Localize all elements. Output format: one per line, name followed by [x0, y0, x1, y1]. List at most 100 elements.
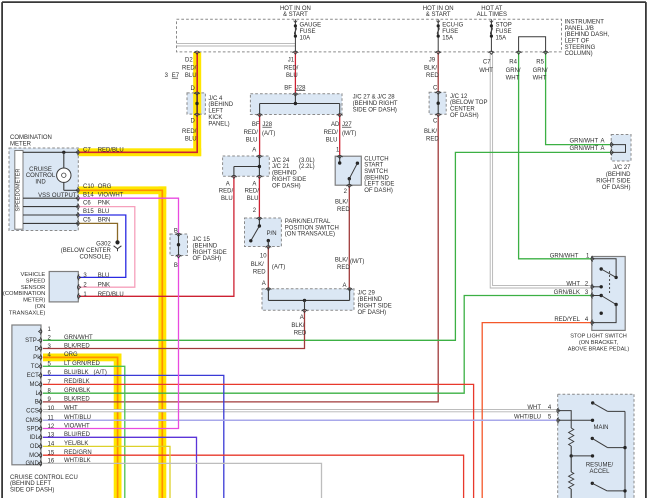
- svg-text:(A/T): (A/T): [262, 131, 275, 137]
- svg-text:RED/: RED/: [182, 129, 197, 135]
- svg-text:BLK/: BLK/: [291, 323, 304, 329]
- svg-text:LEFT SIDE: LEFT SIDE: [364, 182, 394, 188]
- svg-text:TC: TC: [31, 364, 40, 370]
- svg-text:D: D: [34, 346, 39, 352]
- svg-text:(M/T): (M/T): [350, 259, 364, 265]
- svg-text:RED/BLK: RED/BLK: [64, 379, 90, 385]
- svg-text:PANEL): PANEL): [208, 121, 229, 127]
- svg-text:RED: RED: [426, 136, 439, 142]
- svg-text:BLK/: BLK/: [424, 65, 437, 71]
- svg-text:PNK: PNK: [98, 283, 110, 289]
- svg-text:OF DASH): OF DASH): [358, 310, 387, 316]
- svg-text:OF DASH): OF DASH): [364, 188, 393, 194]
- svg-text:G302: G302: [96, 241, 111, 247]
- svg-text:RED: RED: [294, 331, 307, 337]
- svg-text:LEFT OF: LEFT OF: [565, 38, 590, 44]
- svg-text:BLK/: BLK/: [424, 129, 437, 135]
- svg-text:& START: & START: [426, 12, 451, 18]
- svg-text:(ON: (ON: [35, 304, 46, 310]
- svg-text:WHT: WHT: [533, 75, 547, 81]
- svg-text:& START: & START: [283, 12, 308, 18]
- svg-text:BLU: BLU: [286, 73, 298, 79]
- svg-text:COMBINATION: COMBINATION: [10, 135, 52, 141]
- svg-text:A: A: [300, 315, 304, 321]
- svg-text:HOT IN ON: HOT IN ON: [423, 6, 454, 12]
- svg-text:BLU/RED: BLU/RED: [64, 432, 91, 438]
- svg-text:RED/YEL: RED/YEL: [554, 317, 580, 323]
- svg-text:CRUISE: CRUISE: [29, 167, 52, 173]
- svg-text:ORG: ORG: [64, 352, 78, 358]
- svg-text:A: A: [601, 146, 605, 152]
- svg-text:RED/: RED/: [182, 65, 197, 71]
- svg-text:B15: B15: [83, 209, 94, 215]
- svg-text:CONSOLE): CONSOLE): [79, 254, 110, 260]
- svg-text:B: B: [174, 263, 178, 269]
- svg-text:WHT/BLK: WHT/BLK: [64, 458, 91, 464]
- svg-text:J1: J1: [288, 58, 295, 64]
- svg-text:STEERING: STEERING: [565, 45, 596, 51]
- svg-text:IND: IND: [35, 180, 46, 186]
- svg-text:INSTRUMENT: INSTRUMENT: [565, 19, 605, 25]
- svg-text:WHT: WHT: [566, 281, 580, 287]
- svg-text:SPEEDOMETER: SPEEDOMETER: [16, 169, 22, 212]
- svg-text:BLU: BLU: [185, 73, 197, 79]
- svg-text:J/C 12: J/C 12: [450, 94, 468, 100]
- svg-text:RED/: RED/: [324, 130, 339, 136]
- svg-text:ORG: ORG: [98, 184, 112, 190]
- svg-text:(ON BRACKET,: (ON BRACKET,: [579, 340, 619, 346]
- svg-text:BLU: BLU: [246, 137, 258, 143]
- svg-text:START: START: [364, 163, 383, 169]
- svg-text:ECT: ECT: [27, 373, 39, 379]
- svg-text:(3.0L): (3.0L): [299, 158, 315, 164]
- svg-text:WHT: WHT: [506, 75, 520, 81]
- svg-text:BLU: BLU: [98, 273, 110, 279]
- svg-text:(BEHIND: (BEHIND: [193, 243, 218, 249]
- svg-text:MO: MO: [29, 453, 39, 459]
- svg-text:IDL: IDL: [29, 435, 39, 441]
- svg-text:J/C 29: J/C 29: [358, 291, 376, 297]
- svg-text:VIO/WHT: VIO/WHT: [98, 192, 124, 198]
- svg-text:RIGHT SIDE: RIGHT SIDE: [193, 250, 227, 256]
- svg-text:RED: RED: [426, 73, 439, 79]
- svg-text:10A: 10A: [300, 35, 311, 41]
- svg-text:SPEED: SPEED: [26, 278, 46, 284]
- svg-text:GRN/: GRN/: [533, 68, 548, 74]
- svg-text:J/C 24: J/C 24: [272, 158, 290, 164]
- svg-text:J/C 4: J/C 4: [208, 96, 223, 102]
- svg-text:(M/T): (M/T): [342, 131, 356, 137]
- svg-text:FUSE: FUSE: [496, 29, 512, 35]
- svg-text:HOT IN ON: HOT IN ON: [280, 6, 311, 12]
- svg-text:FUSE: FUSE: [442, 29, 458, 35]
- svg-text:BF: BF: [252, 122, 260, 128]
- svg-text:GRN/BLK: GRN/BLK: [64, 388, 90, 394]
- svg-text:14: 14: [48, 442, 55, 448]
- svg-text:GRN/WHT: GRN/WHT: [570, 146, 599, 152]
- svg-text:10: 10: [48, 406, 55, 412]
- svg-text:RED/BLU: RED/BLU: [98, 148, 124, 154]
- svg-text:RED/: RED/: [244, 130, 259, 136]
- svg-text:A: A: [252, 181, 256, 187]
- svg-text:BLU: BLU: [247, 196, 259, 202]
- svg-text:PNK: PNK: [98, 201, 110, 207]
- svg-text:PARK/NEUTRAL: PARK/NEUTRAL: [285, 219, 331, 225]
- svg-text:OF DASH): OF DASH): [602, 185, 631, 191]
- svg-text:RED: RED: [337, 265, 350, 271]
- svg-text:BLK/: BLK/: [335, 258, 348, 264]
- svg-text:(BEHIND: (BEHIND: [208, 102, 233, 108]
- svg-text:BLU: BLU: [221, 196, 233, 202]
- svg-text:SENSOR: SENSOR: [21, 285, 45, 291]
- svg-text:J9: J9: [429, 58, 436, 64]
- svg-text:VIO/WHT: VIO/WHT: [64, 423, 90, 429]
- svg-text:GRN/WHT: GRN/WHT: [550, 254, 579, 260]
- svg-text:WHT/BLU: WHT/BLU: [64, 415, 91, 421]
- svg-text:RED/: RED/: [284, 65, 299, 71]
- svg-text:ACCEL: ACCEL: [589, 469, 610, 475]
- svg-text:B: B: [174, 229, 178, 235]
- svg-text:RIGHT SIDE: RIGHT SIDE: [358, 303, 392, 309]
- svg-text:(BEHIND: (BEHIND: [364, 175, 389, 181]
- svg-text:16: 16: [48, 459, 55, 465]
- svg-text:ABOVE BRAKE PEDAL): ABOVE BRAKE PEDAL): [568, 347, 630, 353]
- svg-text:(A/T): (A/T): [94, 370, 107, 376]
- svg-text:PANEL J/B: PANEL J/B: [565, 26, 594, 32]
- svg-text:RED/: RED/: [219, 189, 234, 195]
